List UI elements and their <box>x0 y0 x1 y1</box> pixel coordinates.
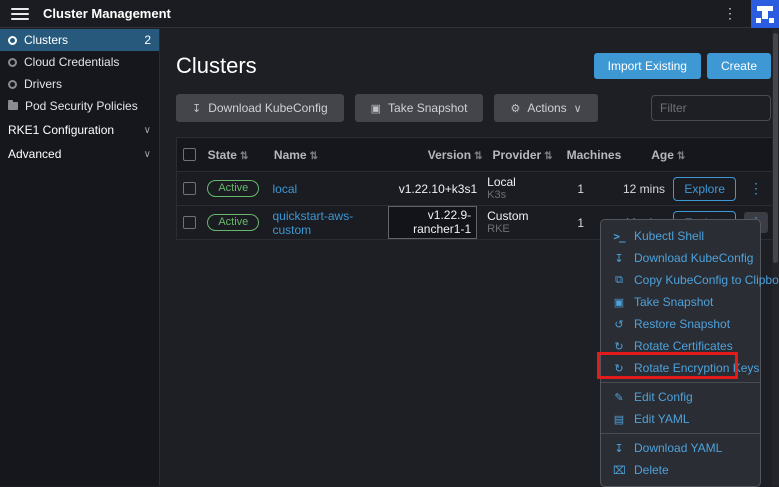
cluster-name-link[interactable]: local <box>273 182 298 196</box>
cluster-age: 12 mins <box>606 182 670 196</box>
camera-icon: ▣ <box>371 102 381 115</box>
menu-item-download-yaml[interactable]: ↧ Download YAML <box>601 437 760 459</box>
menu-item-take-snapshot[interactable]: ▣ Take Snapshot <box>601 291 760 313</box>
chevron-down-icon: ∨ <box>574 102 582 115</box>
restore-icon: ↺ <box>613 318 625 331</box>
sidebar-item-pod-security-policies[interactable]: Pod Security Policies <box>0 95 159 117</box>
create-button[interactable]: Create <box>707 53 771 79</box>
gear-icon: ⚙ <box>510 102 520 115</box>
provider-name: Custom <box>487 210 550 223</box>
table-row-local: Active local v1.22.10+k3s1 Local K3s 1 1… <box>177 171 778 205</box>
trash-icon: ⌧ <box>613 464 625 477</box>
menu-item-delete[interactable]: ⌧ Delete <box>601 459 760 481</box>
rotate-icon: ↻ <box>613 362 625 375</box>
provider-distro: RKE <box>487 223 550 235</box>
sidebar-item-label: Drivers <box>24 77 62 91</box>
sort-icon: ⇅ <box>310 151 318 162</box>
scrollbar-thumb[interactable] <box>773 33 778 263</box>
sidebar-item-label: Cloud Credentials <box>24 55 119 69</box>
sort-icon: ⇅ <box>677 151 685 162</box>
status-badge: Active <box>207 214 259 231</box>
menu-item-edit-yaml[interactable]: ▤ Edit YAML <box>601 408 760 430</box>
cluster-name-link[interactable]: quickstart-aws-custom <box>273 209 354 237</box>
column-header-name[interactable]: Name⇅ <box>269 148 387 162</box>
actions-button[interactable]: ⚙ Actions ∨ <box>494 94 597 122</box>
machines-count: 1 <box>555 182 606 196</box>
top-header: Cluster Management ⋮ <box>0 0 779 28</box>
provider-distro: K3s <box>487 189 550 201</box>
column-header-version[interactable]: Version⇅ <box>387 148 488 162</box>
sidebar-group-rke1-configuration[interactable]: RKE1 Configuration ∨ <box>0 119 159 141</box>
column-header-provider[interactable]: Provider⇅ <box>487 148 561 162</box>
table-header-row: State⇅ Name⇅ Version⇅ Provider⇅ Machines… <box>177 138 778 171</box>
actions-label: Actions <box>527 101 566 115</box>
explore-button[interactable]: Explore <box>673 177 736 201</box>
provider-name: Local <box>487 176 550 189</box>
cluster-icon <box>8 36 17 45</box>
menu-item-rotate-encryption-keys[interactable]: ↻ Rotate Encryption Keys <box>601 357 760 379</box>
sort-icon: ⇅ <box>240 151 248 162</box>
sidebar-group-label: RKE1 Configuration <box>8 123 114 137</box>
sidebar-item-label: Clusters <box>24 33 68 47</box>
folder-icon <box>8 102 18 110</box>
take-snapshot-label: Take Snapshot <box>388 101 467 115</box>
menu-item-rotate-certificates[interactable]: ↻ Rotate Certificates <box>601 335 760 357</box>
menu-divider <box>601 433 760 434</box>
sidebar-item-clusters[interactable]: Clusters 2 <box>0 29 159 51</box>
row-checkbox[interactable] <box>183 216 196 229</box>
app-title: Cluster Management <box>43 6 171 21</box>
pencil-icon: ✎ <box>613 391 625 404</box>
user-avatar[interactable] <box>751 0 779 28</box>
chevron-down-icon: ∨ <box>144 125 151 136</box>
download-icon: ↧ <box>192 102 201 115</box>
row-kebab-icon[interactable]: ⋮ <box>744 178 768 199</box>
file-icon: ▤ <box>613 413 625 426</box>
hamburger-menu-icon[interactable] <box>11 8 29 20</box>
rotate-icon: ↻ <box>613 340 625 353</box>
sidebar-item-drivers[interactable]: Drivers <box>0 73 159 95</box>
sort-icon: ⇅ <box>544 151 552 162</box>
page-title: Clusters <box>176 53 257 79</box>
sidebar-group-label: Advanced <box>8 147 61 161</box>
menu-item-restore-snapshot[interactable]: ↺ Restore Snapshot <box>601 313 760 335</box>
menu-item-download-kubeconfig[interactable]: ↧ Download KubeConfig <box>601 247 760 269</box>
row-checkbox[interactable] <box>183 182 196 195</box>
download-icon: ↧ <box>613 252 625 265</box>
download-kubeconfig-button[interactable]: ↧ Download KubeConfig <box>176 94 344 122</box>
header-kebab-icon[interactable]: ⋮ <box>709 5 751 22</box>
column-header-age[interactable]: Age⇅ <box>626 148 691 162</box>
import-existing-button[interactable]: Import Existing <box>594 53 701 79</box>
chevron-down-icon: ∨ <box>144 149 151 160</box>
camera-icon: ▣ <box>613 296 625 309</box>
drivers-icon <box>8 80 17 89</box>
status-badge: Active <box>207 180 259 197</box>
scrollbar[interactable] <box>772 29 779 486</box>
column-header-state[interactable]: State⇅ <box>203 148 269 162</box>
machines-count: 1 <box>555 216 606 230</box>
menu-item-edit-config[interactable]: ✎ Edit Config <box>601 386 760 408</box>
sidebar: Clusters 2 Cloud Credentials Drivers Pod… <box>0 29 160 486</box>
terminal-icon: >_ <box>613 230 625 243</box>
menu-divider <box>601 382 760 383</box>
column-header-machines: Machines <box>562 148 626 162</box>
menu-item-copy-kubeconfig[interactable]: ⧉ Copy KubeConfig to Clipboard <box>601 269 760 291</box>
menu-item-kubectl-shell[interactable]: >_ Kubectl Shell <box>601 225 760 247</box>
select-all-checkbox[interactable] <box>183 148 196 161</box>
cluster-version: v1.22.9-rancher1-1 <box>388 206 477 239</box>
copy-icon: ⧉ <box>613 274 625 287</box>
sidebar-group-advanced[interactable]: Advanced ∨ <box>0 143 159 165</box>
take-snapshot-button[interactable]: ▣ Take Snapshot <box>355 94 484 122</box>
sidebar-item-cloud-credentials[interactable]: Cloud Credentials <box>0 51 159 73</box>
sidebar-item-label: Pod Security Policies <box>25 99 138 113</box>
sort-icon: ⇅ <box>474 151 482 162</box>
cloud-credentials-icon <box>8 58 17 67</box>
download-kubeconfig-label: Download KubeConfig <box>208 101 327 115</box>
filter-input[interactable] <box>651 95 771 121</box>
clusters-count-badge: 2 <box>144 33 151 47</box>
cluster-version: v1.22.10+k3s1 <box>399 182 477 196</box>
download-icon: ↧ <box>613 442 625 455</box>
cluster-actions-context-menu: >_ Kubectl Shell ↧ Download KubeConfig ⧉… <box>600 219 761 487</box>
